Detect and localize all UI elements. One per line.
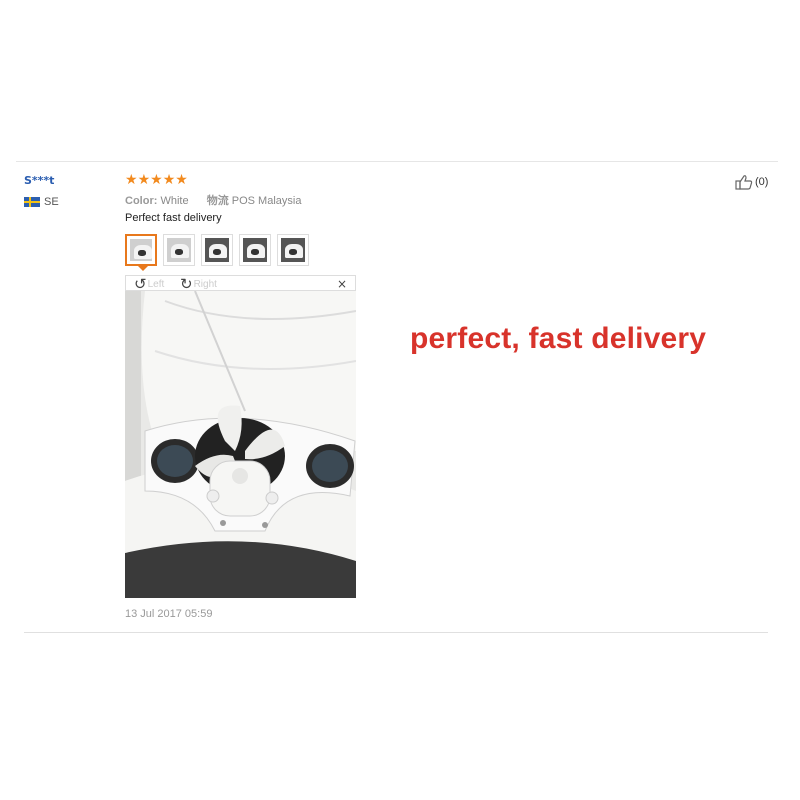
active-thumbnail-indicator	[138, 266, 148, 271]
rating-stars: ★ ★ ★ ★ ★	[125, 173, 188, 187]
photo-viewer-toolbar: ↺ Left ↻ Right ×	[125, 275, 356, 291]
review-meta: Color: White 物流 POS Malaysia	[125, 192, 301, 208]
top-divider	[16, 161, 778, 162]
review-photo	[125, 291, 356, 598]
flag-se-icon	[24, 197, 40, 207]
helpful-button[interactable]: (0)	[735, 174, 768, 190]
star-icon: ★	[175, 172, 188, 188]
rotate-left-button[interactable]: ↺ Left	[134, 276, 164, 292]
color-value: White	[160, 195, 189, 207]
rotate-right-label: Right	[193, 278, 217, 290]
photo-thumbnail[interactable]	[239, 234, 271, 266]
shipping-value: POS Malaysia	[231, 195, 302, 207]
photo-thumbnail[interactable]	[201, 234, 233, 266]
star-icon: ★	[137, 172, 151, 188]
review-text: Perfect fast delivery	[125, 212, 222, 224]
reviewer-name[interactable]: S***t	[24, 174, 54, 187]
star-icon: ★	[125, 172, 138, 188]
rotate-left-label: Left	[147, 278, 165, 290]
photo-thumbnail[interactable]	[277, 234, 309, 266]
overlay-caption: perfect, fast delivery	[410, 322, 707, 355]
photo-thumbnail[interactable]	[125, 234, 157, 266]
shipping-label: 物流	[206, 195, 229, 207]
country-code: SE	[44, 196, 59, 208]
rotate-right-icon: ↻	[180, 274, 193, 293]
reviewer-country: SE	[24, 196, 59, 208]
rotate-left-icon: ↺	[134, 274, 147, 293]
photo-thumbnails	[125, 234, 315, 266]
thumbs-up-icon	[735, 175, 753, 190]
photo-thumbnail[interactable]	[163, 234, 195, 266]
star-icon: ★	[162, 172, 176, 188]
rotate-right-button[interactable]: ↻ Right	[180, 276, 217, 292]
star-icon: ★	[150, 172, 163, 188]
color-label: Color:	[125, 195, 158, 207]
close-icon[interactable]: ×	[337, 277, 347, 291]
review-date: 13 Jul 2017 05:59	[125, 608, 213, 620]
helpful-count: (0)	[755, 176, 769, 188]
bottom-divider	[24, 632, 768, 633]
